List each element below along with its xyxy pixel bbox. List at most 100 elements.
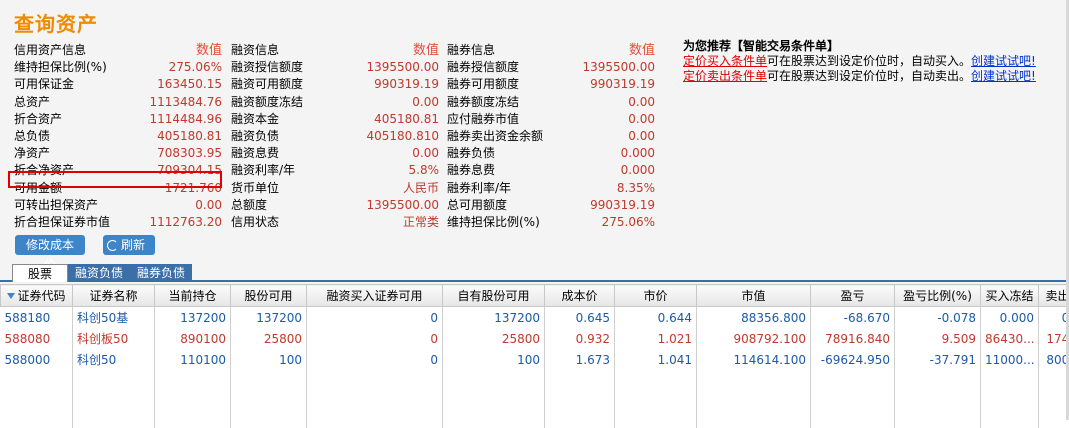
column-header-label: 证券名称: [89, 289, 137, 303]
info-value: 1113484.76: [149, 94, 222, 111]
info-row: 融券卖出资金余额0.00: [447, 128, 655, 145]
info-label: 融券利率/年: [447, 180, 511, 197]
available-amount-highlight: [8, 171, 222, 188]
info-label: 可转出担保资产: [14, 197, 98, 214]
info-label: 总资产: [14, 94, 50, 111]
table-cell: 588080: [1, 328, 73, 349]
try-create-link[interactable]: 创建试试吧!: [971, 54, 1036, 68]
info-value: 0.00: [195, 197, 222, 214]
info-row: 货币单位 人民币: [231, 180, 439, 197]
info-label: 融券卖出资金余额: [447, 128, 543, 145]
table-cell: 0.645: [545, 307, 615, 329]
info-label: 融资本金: [231, 111, 279, 128]
column-header[interactable]: 融资买入证券可用: [307, 285, 443, 307]
table-row[interactable]: 588180科创50基13720013720001372000.6450.644…: [1, 307, 1069, 329]
info-label: 融资授信额度: [231, 59, 303, 76]
table-row[interactable]: 588080科创板50890100258000258000.9321.02190…: [1, 328, 1069, 349]
column-header-label: 盈亏比例(%): [903, 289, 972, 303]
empty-cell: [895, 370, 981, 428]
column-header[interactable]: 买入冻结: [981, 285, 1039, 307]
table-cell: 137200: [443, 307, 545, 329]
info-label: 货币单位: [231, 180, 279, 197]
info-row: 总资产 1113484.76: [14, 94, 222, 111]
empty-cell: [1, 370, 73, 428]
info-label: 融券可用额度: [447, 76, 519, 93]
column-header[interactable]: 股份可用: [231, 285, 307, 307]
table-cell: 科创板50: [73, 328, 155, 349]
section-header: 融资信息数值: [231, 42, 439, 59]
column-header[interactable]: 卖出冻结: [1039, 285, 1069, 307]
info-value: 0.000: [621, 145, 655, 162]
table-cell: 114614.100: [697, 349, 811, 370]
info-label: 融资息费: [231, 145, 279, 162]
table-cell: 0.000: [981, 307, 1039, 329]
empty-cell: [1039, 370, 1069, 428]
table-cell: 0.000: [1039, 307, 1069, 329]
empty-cell: [811, 370, 895, 428]
info-value: 405180.81: [374, 111, 439, 128]
info-row: 融券授信额度1395500.00: [447, 59, 655, 76]
info-value: 1395500.00: [582, 59, 655, 76]
info-row: 折合资产1114484.96: [14, 111, 222, 128]
info-value: 708303.95: [157, 145, 222, 162]
info-label: 信用资产信息: [14, 42, 86, 59]
info-value: 405180.810: [366, 128, 439, 145]
info-value: 990319.19: [590, 76, 655, 93]
table-cell: 890100: [155, 328, 231, 349]
column-header[interactable]: 当前持仓: [155, 285, 231, 307]
table-row[interactable]: 588000科创5011010010001001.6731.041114614.…: [1, 349, 1069, 370]
column-header[interactable]: 市值: [697, 285, 811, 307]
modify-cost-button[interactable]: 修改成本价: [15, 235, 85, 255]
column-header-label: 证券代码: [17, 289, 65, 303]
info-value: 0.00: [412, 94, 439, 111]
buy-condition-link[interactable]: 定价买入条件单: [683, 54, 767, 68]
column-header[interactable]: 成本价: [545, 285, 615, 307]
refresh-button[interactable]: 刷新: [103, 235, 155, 255]
info-label: 折合资产: [14, 111, 62, 128]
info-value: 人民币: [403, 180, 439, 197]
tab-margin-debt[interactable]: 融资负债: [68, 264, 130, 282]
tab-bar: 股票 融资负债 融券负债: [0, 262, 1069, 282]
info-label: 融券息费: [447, 162, 495, 179]
info-value: 1395500.00: [366, 197, 439, 214]
table-cell: 78916.840: [811, 328, 895, 349]
info-value: 数值: [413, 42, 439, 59]
info-label: 净资产: [14, 145, 50, 162]
column-header[interactable]: 盈亏比例(%): [895, 285, 981, 307]
info-row: 融资可用额度990319.19: [231, 76, 439, 93]
column-header[interactable]: 市价: [615, 285, 697, 307]
column-header[interactable]: 盈亏: [811, 285, 895, 307]
table-cell: 588180: [1, 307, 73, 329]
empty-cell: [545, 370, 615, 428]
info-value: 0.00: [412, 145, 439, 162]
promo-line-sell: 定价卖出条件单可在股票达到设定价位时，自动卖出。创建试试吧!: [683, 69, 1069, 84]
table-cell: 科创50基: [73, 307, 155, 329]
table-cell: 0.644: [615, 307, 697, 329]
info-row: 可用保证金163450.15: [14, 76, 222, 93]
tab-short-debt[interactable]: 融券负债: [130, 264, 192, 282]
margin-info: 融资信息数值融资授信额度1395500.00融资可用额度990319.19融资额…: [231, 42, 439, 231]
table-cell: 100: [443, 349, 545, 370]
empty-cell: [697, 370, 811, 428]
info-row: 融券利率/年8.35%: [447, 180, 655, 197]
info-value: 275.06%: [169, 59, 222, 76]
column-header[interactable]: 自有股份可用: [443, 285, 545, 307]
column-header[interactable]: 证券名称: [73, 285, 155, 307]
table-cell: 86430...: [981, 328, 1039, 349]
table-cell: 137200: [155, 307, 231, 329]
promo-text: 可在股票达到设定价位时，自动买入。: [767, 54, 971, 68]
sell-condition-link[interactable]: 定价卖出条件单: [683, 69, 767, 83]
info-row: 融资授信额度1395500.00: [231, 59, 439, 76]
tab-stocks[interactable]: 股票: [12, 264, 68, 282]
section-header: 信用资产信息数值: [14, 42, 222, 59]
info-value: 990319.19: [590, 197, 655, 214]
column-header-label: 当前持仓: [168, 289, 216, 303]
info-row: 融资负债405180.810: [231, 128, 439, 145]
table-cell: 9.509: [895, 328, 981, 349]
column-header-label: 成本价: [561, 289, 597, 303]
column-header[interactable]: 证券代码: [1, 285, 73, 307]
table-cell: 100: [231, 349, 307, 370]
info-label: 维持担保比例(%): [14, 59, 107, 76]
info-row: 应付融券市值0.00: [447, 111, 655, 128]
try-create-link[interactable]: 创建试试吧!: [971, 69, 1036, 83]
